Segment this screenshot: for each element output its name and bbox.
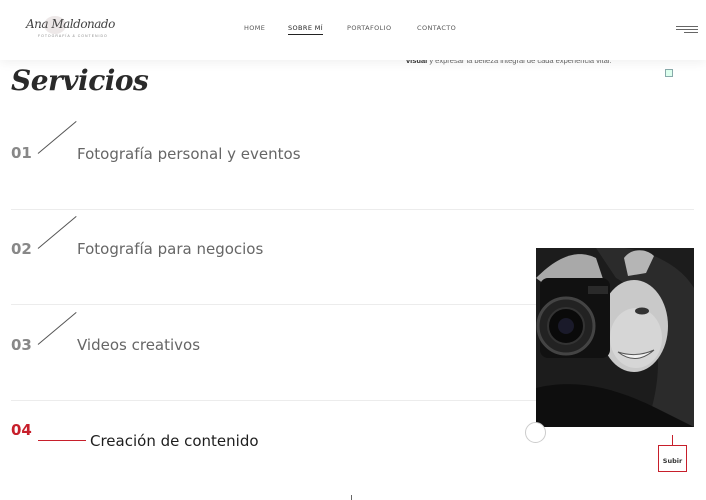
service-number: 02 xyxy=(11,240,32,258)
scroll-indicator-circle[interactable] xyxy=(525,422,546,443)
main-nav: HOME SOBRE MÍ PORTAFOLIO CONTACTO xyxy=(0,24,706,38)
nav-home[interactable]: HOME xyxy=(244,24,265,32)
hamburger-icon[interactable] xyxy=(676,24,698,34)
nav-portafolio[interactable]: PORTAFOLIO xyxy=(347,24,392,32)
slash-icon xyxy=(37,311,77,345)
service-label: Creación de contenido xyxy=(90,432,259,450)
divider xyxy=(11,400,536,401)
back-to-top-label: Subir xyxy=(662,457,683,465)
divider xyxy=(11,209,694,210)
service-label: Videos creativos xyxy=(77,336,201,354)
service-number: 01 xyxy=(11,144,32,162)
section-title: Servicios xyxy=(11,64,149,97)
nav-contacto[interactable]: CONTACTO xyxy=(417,24,456,32)
divider xyxy=(11,304,536,305)
slash-icon xyxy=(37,215,77,249)
active-underline xyxy=(38,440,86,441)
service-number: 03 xyxy=(11,336,32,354)
service-label: Fotografía para negocios xyxy=(77,240,264,258)
nav-sobre-mi[interactable]: SOBRE MÍ xyxy=(288,24,324,35)
photographer-photo xyxy=(536,248,694,427)
divider-tick xyxy=(351,495,352,500)
service-label: Fotografía personal y eventos xyxy=(77,145,301,163)
broken-image-icon xyxy=(665,69,673,77)
back-to-top-button[interactable]: Subir xyxy=(658,445,687,472)
service-number: 04 xyxy=(11,421,32,439)
site-header: Ana Maldonado FOTOGRAFÍA & CONTENIDO HOM… xyxy=(0,0,706,60)
slash-icon xyxy=(37,120,77,154)
